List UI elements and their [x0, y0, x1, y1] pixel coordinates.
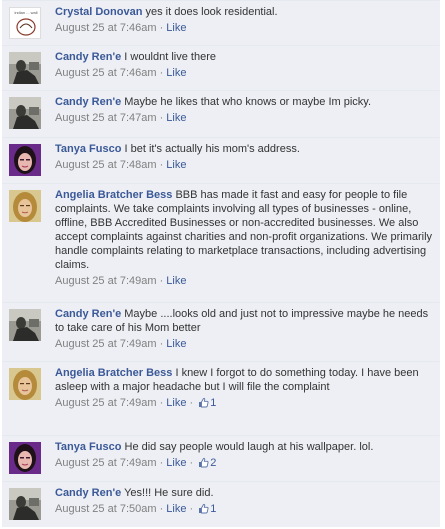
comment-timestamp[interactable]: August 25 at 7:49am	[55, 338, 157, 350]
comment-timestamp[interactable]: August 25 at 7:46am	[55, 22, 157, 34]
comment-body: Crystal Donovan yes it does look residen…	[55, 5, 436, 35]
comment-timestamp[interactable]: August 25 at 7:48am	[55, 159, 157, 171]
comment-author[interactable]: Tanya Fusco	[55, 143, 121, 155]
comment-body: Candy Ren'e Yes!!! He sure did. August 2…	[55, 486, 436, 518]
like-link[interactable]: Like	[166, 22, 186, 34]
comment: Candy Ren'e I wouldnt live there August …	[2, 45, 440, 90]
comment-body: Candy Ren'e Maybe he likes that who know…	[55, 95, 436, 125]
separator: ·	[186, 503, 197, 515]
avatar[interactable]	[9, 442, 41, 474]
comment-thread: indian ... wall Crystal Donovan yes it d…	[0, 0, 445, 529]
logo-avatar-image: indian ... wall	[10, 8, 40, 38]
comment-meta: August 25 at 7:49am · Like	[55, 274, 436, 288]
comment-meta: August 25 at 7:47am · Like	[55, 111, 436, 125]
comment: Angelia Bratcher Bess BBB has made it fa…	[2, 183, 440, 302]
like-count[interactable]: 1	[210, 397, 216, 409]
comment-meta: August 25 at 7:46am · Like	[55, 66, 436, 80]
comment: Tanya Fusco I bet it's actually his mom'…	[2, 137, 440, 183]
separator: ·	[186, 397, 197, 409]
comment: Candy Ren'e Maybe ....looks old and just…	[2, 302, 440, 361]
comment-body: Angelia Bratcher Bess BBB has made it fa…	[55, 188, 436, 288]
comment-body: Angelia Bratcher Bess I knew I forgot to…	[55, 366, 436, 412]
separator: ·	[186, 457, 197, 469]
like-link[interactable]: Like	[166, 275, 186, 287]
comment-text: He did say people would laugh at his wal…	[124, 441, 374, 453]
separator: ·	[156, 503, 167, 515]
thumbs-up-icon	[198, 397, 209, 412]
comment-author[interactable]: Candy Ren'e	[55, 308, 121, 320]
avatar[interactable]	[9, 190, 41, 222]
like-link[interactable]: Like	[166, 457, 186, 469]
candy-photo-icon	[9, 488, 41, 520]
comment-meta: August 25 at 7:49am · Like · 1	[55, 396, 436, 412]
svg-text:indian ... wall: indian ... wall	[14, 10, 37, 15]
like-link[interactable]: Like	[166, 159, 186, 171]
like-link[interactable]: Like	[166, 338, 186, 350]
comment-body: Tanya Fusco He did say people would laug…	[55, 440, 436, 472]
comment-meta: August 25 at 7:49am · Like	[55, 337, 436, 351]
avatar[interactable]	[9, 368, 41, 400]
comment-author[interactable]: Tanya Fusco	[55, 441, 121, 453]
like-link[interactable]: Like	[166, 112, 186, 124]
thumbs-up-icon	[198, 503, 209, 518]
separator: ·	[156, 159, 167, 171]
avatar[interactable]	[9, 488, 41, 520]
comment-text: yes it does look residential.	[145, 6, 278, 18]
avatar[interactable]	[9, 52, 41, 84]
separator: ·	[156, 275, 167, 287]
comment: indian ... wall Crystal Donovan yes it d…	[2, 0, 440, 45]
comment-text: BBB has made it fast and easy for people…	[55, 189, 433, 271]
tanya-photo-icon	[9, 144, 41, 176]
avatar[interactable]: indian ... wall	[9, 7, 41, 39]
like-count[interactable]: 2	[210, 457, 216, 469]
comment-author[interactable]: Angelia Bratcher Bess	[55, 367, 172, 379]
thumbs-up-icon	[198, 457, 209, 472]
comment-author[interactable]: Candy Ren'e	[55, 96, 121, 108]
comment-timestamp[interactable]: August 25 at 7:49am	[55, 457, 157, 469]
comment-author[interactable]: Candy Ren'e	[55, 487, 121, 499]
comment: Angelia Bratcher Bess I knew I forgot to…	[2, 361, 440, 435]
comment-text: Yes!!! He sure did.	[124, 487, 214, 499]
comment-author[interactable]: Candy Ren'e	[55, 51, 121, 63]
comment-meta: August 25 at 7:50am · Like · 1	[55, 502, 436, 518]
comment-text: I wouldnt live there	[124, 51, 216, 63]
comment: Candy Ren'e Yes!!! He sure did. August 2…	[2, 481, 440, 527]
avatar[interactable]	[9, 97, 41, 129]
candy-photo-icon	[9, 52, 41, 84]
like-count[interactable]: 1	[210, 503, 216, 515]
tanya-photo-icon	[9, 442, 41, 474]
candy-photo-icon	[9, 309, 41, 341]
like-link[interactable]: Like	[166, 397, 186, 409]
like-link[interactable]: Like	[166, 67, 186, 79]
angelia-photo-icon	[9, 368, 41, 400]
like-link[interactable]: Like	[166, 503, 186, 515]
comment-meta: August 25 at 7:48am · Like	[55, 158, 436, 172]
comment: Tanya Fusco He did say people would laug…	[2, 435, 440, 481]
comment-timestamp[interactable]: August 25 at 7:49am	[55, 397, 157, 409]
separator: ·	[156, 67, 167, 79]
separator: ·	[156, 112, 167, 124]
separator: ·	[156, 457, 167, 469]
comment-text: Maybe he likes that who knows or maybe I…	[124, 96, 372, 108]
candy-photo-icon	[9, 97, 41, 129]
comment-meta: August 25 at 7:49am · Like · 2	[55, 456, 436, 472]
separator: ·	[156, 397, 167, 409]
comment-author[interactable]: Crystal Donovan	[55, 6, 142, 18]
comment-timestamp[interactable]: August 25 at 7:50am	[55, 503, 157, 515]
comment-body: Candy Ren'e Maybe ....looks old and just…	[55, 307, 436, 351]
comment-body: Tanya Fusco I bet it's actually his mom'…	[55, 142, 436, 172]
comment-text: I bet it's actually his mom's address.	[124, 143, 300, 155]
angelia-photo-icon	[9, 190, 41, 222]
comment-timestamp[interactable]: August 25 at 7:49am	[55, 275, 157, 287]
comment-timestamp[interactable]: August 25 at 7:47am	[55, 112, 157, 124]
comment: Candy Ren'e Maybe he likes that who know…	[2, 90, 440, 137]
comment-body: Candy Ren'e I wouldnt live there August …	[55, 50, 436, 80]
avatar[interactable]	[9, 144, 41, 176]
comment-timestamp[interactable]: August 25 at 7:46am	[55, 67, 157, 79]
comment-author[interactable]: Angelia Bratcher Bess	[55, 189, 172, 201]
separator: ·	[156, 22, 167, 34]
separator: ·	[156, 338, 167, 350]
comment-meta: August 25 at 7:46am · Like	[55, 21, 436, 35]
avatar[interactable]	[9, 309, 41, 341]
